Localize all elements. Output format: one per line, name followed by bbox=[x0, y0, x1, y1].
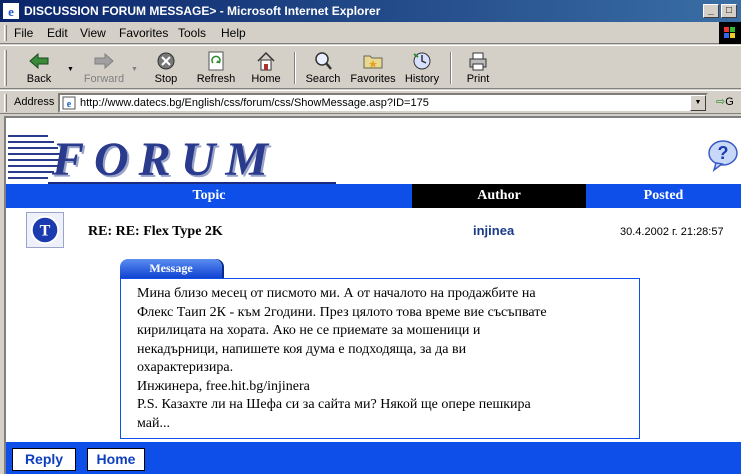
svg-text:e: e bbox=[67, 99, 72, 110]
back-button[interactable]: Back bbox=[14, 49, 64, 87]
post-date: 30.4.2002 г. 21:28:57 bbox=[620, 226, 724, 238]
go-label: G bbox=[725, 96, 734, 108]
address-url: http://www.datecs.bg/English/css/forum/c… bbox=[80, 97, 429, 109]
message-line: некадърници, напишете коя дума е подходя… bbox=[137, 341, 467, 357]
address-label: Address bbox=[14, 96, 55, 108]
message-tab: Message bbox=[120, 259, 222, 279]
footer-bar: Reply Home bbox=[6, 442, 741, 474]
go-button[interactable]: ⇨G bbox=[716, 95, 734, 108]
title-bar: e DISCUSSION FORUM MESSAGE> - Microsoft … bbox=[0, 0, 741, 22]
back-arrow-icon bbox=[29, 52, 49, 70]
toolbar: Back ▼ Forward ▼ Stop Refresh Home Searc… bbox=[0, 45, 741, 89]
home-label: Home bbox=[251, 73, 281, 85]
address-bar: Address e http://www.datecs.bg/English/c… bbox=[0, 90, 741, 114]
menu-grip bbox=[4, 25, 7, 41]
favorites-button[interactable]: Favorites bbox=[348, 49, 398, 87]
home-link-button[interactable]: Home bbox=[87, 448, 145, 471]
back-label: Back bbox=[26, 73, 52, 85]
help-icon[interactable]: ? bbox=[706, 138, 740, 172]
svg-text:?: ? bbox=[718, 143, 729, 163]
favorites-label: Favorites bbox=[350, 73, 396, 85]
menu-tools[interactable]: Tools bbox=[178, 26, 206, 40]
column-header-row: Topic Author Posted bbox=[6, 184, 741, 208]
avatar-letter: T bbox=[40, 223, 51, 240]
window-title: DISCUSSION FORUM MESSAGE> - Microsoft In… bbox=[24, 4, 381, 18]
ie-icon: e bbox=[3, 3, 19, 19]
search-icon bbox=[315, 52, 332, 70]
go-arrow-icon: ⇨ bbox=[716, 96, 726, 108]
print-button[interactable]: Print bbox=[460, 49, 496, 87]
refresh-button[interactable]: Refresh bbox=[193, 49, 239, 87]
stop-label: Stop bbox=[154, 73, 178, 85]
post-author[interactable]: injinea bbox=[473, 223, 514, 238]
column-posted[interactable]: Posted bbox=[586, 184, 741, 208]
column-author[interactable]: Author bbox=[412, 184, 586, 208]
print-label: Print bbox=[466, 73, 490, 85]
stop-icon bbox=[157, 52, 175, 70]
address-grip bbox=[4, 94, 7, 112]
message-line: Инжинера, free.hit.bg/injinera bbox=[137, 378, 310, 394]
page-icon: e bbox=[62, 96, 76, 110]
menu-bar: File Edit View Favorites Tools Help bbox=[0, 22, 741, 44]
maximize-button[interactable]: □ bbox=[721, 4, 737, 18]
home-icon bbox=[257, 51, 275, 71]
message-line: охарактеризира. bbox=[137, 360, 234, 375]
windows-logo-icon bbox=[719, 22, 741, 44]
history-icon bbox=[413, 52, 431, 70]
message-line: Флекс Таип 2К - към 2години. През цялото… bbox=[137, 304, 547, 320]
forward-arrow-icon bbox=[94, 52, 114, 70]
message-body: Мина близо месец от писмото ми. А от нач… bbox=[120, 278, 640, 439]
forward-label: Forward bbox=[83, 73, 125, 85]
history-button[interactable]: History bbox=[402, 49, 442, 87]
forward-dropdown-icon[interactable]: ▼ bbox=[131, 66, 138, 73]
toolbar-grip bbox=[4, 50, 7, 86]
message-line: Мина близо месец от писмото ми. А от нач… bbox=[137, 286, 536, 301]
message-line: май... bbox=[137, 415, 170, 431]
page-content: FORUM ? Topic Author Posted T RE: RE: Fl… bbox=[4, 116, 741, 474]
menu-view[interactable]: View bbox=[80, 26, 106, 40]
printer-icon bbox=[469, 52, 487, 71]
favorites-folder-icon bbox=[363, 55, 383, 69]
menu-help[interactable]: Help bbox=[221, 26, 246, 40]
menu-edit[interactable]: Edit bbox=[47, 26, 68, 40]
address-input[interactable]: e http://www.datecs.bg/English/css/forum… bbox=[58, 93, 708, 113]
back-dropdown-icon[interactable]: ▼ bbox=[67, 66, 74, 73]
refresh-label: Refresh bbox=[196, 73, 236, 85]
minimize-button[interactable]: _ bbox=[703, 4, 719, 18]
history-label: History bbox=[404, 73, 440, 85]
avatar: T bbox=[26, 212, 64, 248]
search-label: Search bbox=[305, 73, 341, 85]
menu-file[interactable]: File bbox=[14, 26, 33, 40]
message-line: P.S. Казахте ли на Шефа си за сайта ми? … bbox=[137, 397, 531, 412]
svg-text:e: e bbox=[8, 4, 14, 19]
search-button[interactable]: Search bbox=[302, 49, 344, 87]
refresh-icon bbox=[208, 51, 224, 71]
forward-button[interactable]: Forward bbox=[78, 49, 130, 87]
toolbar-separator bbox=[294, 52, 296, 84]
home-button[interactable]: Home bbox=[246, 49, 286, 87]
menu-favorites[interactable]: Favorites bbox=[119, 26, 168, 40]
column-topic[interactable]: Topic bbox=[6, 184, 412, 208]
reply-button[interactable]: Reply bbox=[12, 448, 76, 471]
forum-logo: FORUM bbox=[8, 130, 338, 186]
post-title: RE: RE: Flex Type 2K bbox=[88, 224, 223, 239]
logo-text: FORUM bbox=[52, 133, 279, 186]
address-dropdown-icon[interactable]: ▼ bbox=[690, 95, 706, 111]
stop-button[interactable]: Stop bbox=[145, 49, 187, 87]
message-line: кирилицата на хората. Ако не се приемате… bbox=[137, 323, 481, 338]
toolbar-separator bbox=[450, 52, 452, 84]
